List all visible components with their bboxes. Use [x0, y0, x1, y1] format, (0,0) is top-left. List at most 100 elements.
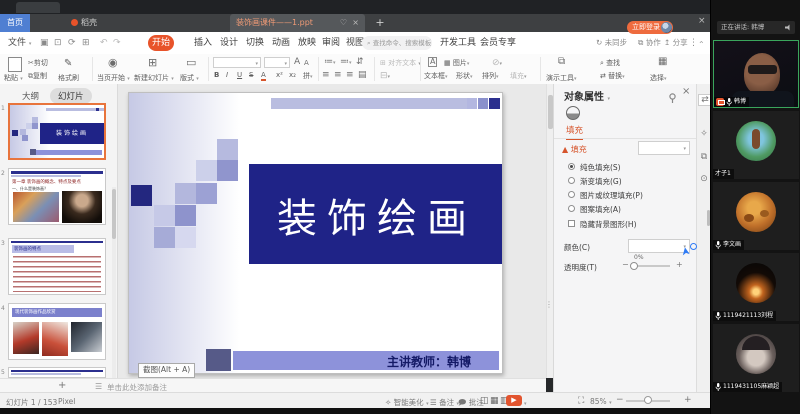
export-icon[interactable]: ⊞	[82, 32, 90, 54]
shape-button[interactable]: 形状▾	[456, 71, 473, 81]
preview-icon[interactable]: ⟳	[68, 32, 76, 54]
fill-preset-dropdown[interactable]: ▾	[638, 141, 690, 155]
participant-video-2[interactable]: 才子1	[713, 111, 799, 179]
solid-fill-radio[interactable]	[568, 163, 575, 170]
align-right-icon[interactable]: ≡	[346, 70, 354, 80]
line-spacing-icon[interactable]: ⇵	[356, 57, 364, 67]
help-icon[interactable]: ⊙	[698, 174, 710, 184]
ribbon-tab-devtools[interactable]: 开发工具	[436, 35, 480, 51]
cut-button[interactable]: ✂剪切	[28, 58, 48, 68]
command-search-input[interactable]: ⌕ 查找命令、搜索模板	[362, 36, 432, 50]
align-left-icon[interactable]: ≡	[322, 70, 330, 80]
play-from-current-label[interactable]: 当页开始 ▾	[97, 73, 130, 83]
close-tab-icon[interactable]: ×	[352, 14, 359, 32]
redo-icon[interactable]: ↷	[113, 32, 121, 54]
ribbon-tab-design[interactable]: 设计	[216, 35, 242, 51]
slide-title-text[interactable]: 装饰绘画	[277, 186, 477, 244]
paragraph-layout-icon-disabled[interactable]: ⊟▾	[380, 71, 390, 81]
close-window-icon[interactable]: ×	[698, 16, 706, 26]
tab-docer[interactable]: 稻壳	[66, 14, 112, 32]
save-icon[interactable]: ▣	[40, 32, 49, 54]
add-slide-button[interactable]: +	[58, 380, 66, 391]
font-color-button[interactable]: A	[261, 71, 266, 81]
font-name-select[interactable]: ▾	[213, 57, 261, 68]
slide-thumbnail-1[interactable]: 装饰绘画	[8, 103, 106, 160]
subscript-button[interactable]: x₂	[289, 71, 296, 79]
print-icon[interactable]: ⊡	[54, 32, 62, 54]
select-label[interactable]: 选择▾	[650, 73, 667, 83]
textbox-button[interactable]: 文本框▾	[424, 71, 448, 81]
layout-label[interactable]: 版式 ▾	[180, 73, 199, 83]
slide-thumbnail-4[interactable]: 现代装饰画作品欣赏	[8, 303, 106, 360]
participant-video-5[interactable]: 1119431105麻颖超	[713, 324, 799, 392]
close-panel-icon[interactable]: ×	[682, 86, 690, 97]
sync-status[interactable]: ↻ 未同步	[596, 32, 627, 54]
paste-icon[interactable]	[8, 57, 22, 72]
undo-icon[interactable]: ↶	[100, 32, 108, 54]
increase-font-icon[interactable]: A	[294, 57, 300, 67]
zoom-out-button[interactable]: −	[616, 395, 624, 405]
gradient-fill-radio[interactable]	[568, 177, 575, 184]
more-menu-icon[interactable]: ⋮	[689, 32, 698, 54]
picture-button[interactable]: ▦ 图片▾	[444, 58, 469, 68]
fill-button-disabled[interactable]: 填充▾	[510, 71, 527, 81]
collaborate-button[interactable]: ⧉ 协作	[638, 32, 661, 54]
copy-button[interactable]: ⧉复制	[28, 71, 47, 81]
file-menu[interactable]: 文件 ▾	[8, 32, 31, 54]
arrange-button[interactable]: 排列▾	[482, 71, 499, 81]
align-center-icon[interactable]: ≡	[334, 70, 342, 80]
slides-tab[interactable]: 幻灯片	[50, 88, 92, 104]
selection-pane-icon[interactable]: ⧉	[698, 152, 710, 162]
collapse-ribbon-icon[interactable]: ⌃	[698, 40, 705, 49]
fit-window-icon[interactable]: ⛶	[578, 396, 584, 406]
tab-home[interactable]: 首页	[0, 14, 30, 32]
slide-thumbnail-3[interactable]: 装饰画的特点	[8, 238, 106, 295]
slide-footer-text[interactable]: 主讲教师：韩博	[387, 353, 471, 370]
notes-toggle-button[interactable]: ☰ 备注 ▾	[430, 397, 459, 408]
numbering-icon[interactable]: ≕▾	[340, 57, 352, 67]
slide-thumbnail-2[interactable]: 第一章 装饰画的概念、特点及要点 一、什么是装饰画？	[8, 168, 106, 225]
pinyin-button[interactable]: 拼▾	[303, 71, 313, 81]
presentation-tools-label[interactable]: 演示工具▾	[546, 73, 577, 83]
bold-button[interactable]: B	[214, 71, 219, 79]
font-size-select[interactable]: ▾	[264, 57, 290, 68]
fill-tab-icon[interactable]	[566, 106, 580, 120]
new-tab-button[interactable]: +	[372, 14, 388, 32]
account-login-badge[interactable]: 立即登录	[627, 21, 673, 34]
effects-icon[interactable]: ✧	[698, 129, 710, 139]
participant-video-1[interactable]: 韩博	[713, 40, 799, 108]
transparency-slider-knob[interactable]	[630, 262, 638, 270]
zoom-slider-knob[interactable]	[644, 396, 652, 404]
ai-beautify-button[interactable]: ✧ 智能美化 ▾	[385, 397, 429, 408]
share-button[interactable]: ↥ 分享	[664, 32, 688, 54]
superscript-button[interactable]: x²	[276, 71, 283, 79]
participant-video-4[interactable]: 1119421113刘程	[713, 253, 799, 321]
fill-icon-disabled[interactable]: ⊘▾	[492, 58, 502, 68]
wordart-icon[interactable]: A	[428, 57, 437, 67]
ribbon-tab-insert[interactable]: 插入	[190, 35, 216, 51]
bullets-icon[interactable]: ≔▾	[324, 57, 336, 67]
format-painter-label[interactable]: 格式刷	[58, 73, 79, 83]
pattern-fill-radio[interactable]	[568, 205, 575, 212]
layout-icon[interactable]: ▭	[186, 56, 196, 69]
play-options-dropdown[interactable]: ▾	[524, 398, 527, 407]
play-from-current-icon[interactable]: ◉	[108, 56, 118, 69]
picture-fill-radio[interactable]	[568, 191, 575, 198]
outline-tab[interactable]: 大纲	[22, 90, 39, 102]
normal-view-icon[interactable]: ◫	[480, 396, 489, 406]
select-icon[interactable]: ▦	[658, 56, 667, 67]
canvas-scrollbar[interactable]	[546, 84, 553, 378]
tab-document[interactable]: 装饰画课件——1.ppt ♡ ×	[230, 14, 365, 32]
paste-label[interactable]: 粘贴 ▾	[4, 73, 23, 83]
ribbon-tab-review[interactable]: 审阅	[318, 35, 344, 51]
fill-section-header[interactable]: ▲ 填充	[562, 144, 587, 155]
align-text-button-disabled[interactable]: ⊞ 对齐文本 ▾	[380, 58, 421, 68]
replace-button[interactable]: ⇄ 替换▾	[600, 71, 625, 81]
italic-button[interactable]: I	[226, 71, 228, 79]
underline-button[interactable]: U	[237, 71, 242, 79]
zoom-level[interactable]: 85% ▾	[590, 397, 612, 406]
panel-resize-handle[interactable]: ⋮	[545, 300, 553, 309]
format-painter-icon[interactable]: ✎	[64, 58, 72, 69]
decrease-font-icon[interactable]: A	[304, 59, 309, 67]
find-button[interactable]: ⌕ 查找	[600, 58, 620, 68]
